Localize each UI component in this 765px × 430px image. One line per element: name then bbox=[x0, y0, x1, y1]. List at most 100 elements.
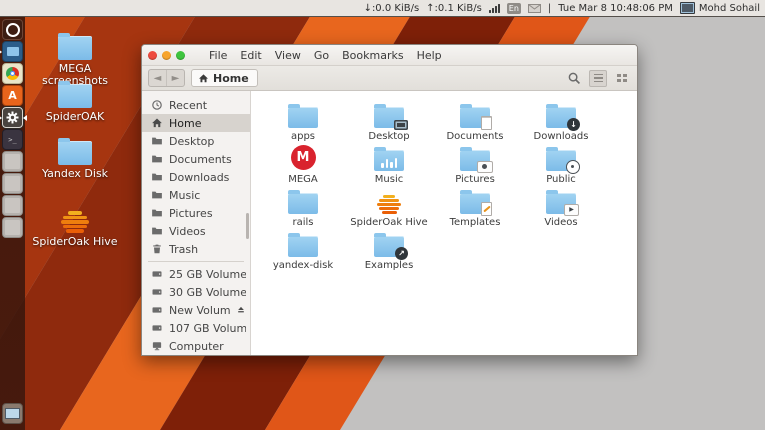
desktop-icon-yandex-disk[interactable]: Yandex Disk bbox=[31, 138, 119, 180]
folder-icon bbox=[152, 173, 162, 181]
location-breadcrumb[interactable]: Home bbox=[191, 69, 258, 87]
top-panel: ↓:0.0 KiB/s ↑:0.1 KiB/s En | Tue Mar 8 1… bbox=[0, 0, 765, 17]
sidebar-separator bbox=[148, 261, 244, 262]
network-upload-speed: ↑:0.1 KiB/s bbox=[426, 2, 482, 14]
recent-clock-icon bbox=[152, 100, 162, 110]
app-placeholder-3-icon[interactable] bbox=[2, 195, 23, 216]
file-item-desktop[interactable]: Desktop bbox=[346, 99, 432, 142]
terminal-icon[interactable]: >_ bbox=[2, 129, 23, 150]
sidebar-item-computer[interactable]: Computer bbox=[142, 337, 250, 355]
file-item-documents[interactable]: Documents bbox=[432, 99, 518, 142]
system-settings-gear-icon[interactable] bbox=[0, 107, 27, 128]
hard-drive-icon bbox=[152, 271, 162, 277]
network-signal-icon[interactable] bbox=[488, 3, 500, 13]
sidebar-item-label: Music bbox=[169, 188, 201, 202]
ubuntu-logo-icon[interactable] bbox=[2, 19, 23, 40]
sidebar-item-label: Computer bbox=[169, 339, 224, 353]
app-placeholder-4-icon[interactable] bbox=[2, 217, 23, 238]
list-view-icon bbox=[593, 73, 603, 83]
file-item-examples[interactable]: ↗ Examples bbox=[346, 228, 432, 271]
app-placeholder-1-icon[interactable] bbox=[2, 151, 23, 172]
file-item-rails[interactable]: rails bbox=[260, 185, 346, 228]
sidebar-item-label: Downloads bbox=[169, 170, 230, 184]
folder-icon bbox=[152, 227, 162, 235]
network-download-speed: ↓:0.0 KiB/s bbox=[363, 2, 420, 14]
chrome-browser-icon[interactable] bbox=[2, 63, 23, 84]
menu-view[interactable]: View bbox=[275, 49, 301, 62]
sidebar-item-recent[interactable]: Recent bbox=[142, 96, 250, 114]
clock-indicator[interactable]: Tue Mar 8 10:48:06 PM bbox=[558, 3, 673, 14]
sidebar-item-videos[interactable]: Videos bbox=[142, 222, 250, 240]
sidebar-item-desktop[interactable]: Desktop bbox=[142, 132, 250, 150]
file-item-apps[interactable]: apps bbox=[260, 99, 346, 142]
file-item-downloads[interactable]: ↓ Downloads bbox=[518, 99, 604, 142]
desktop-icon-spideroak[interactable]: SpiderOAK bbox=[31, 81, 119, 123]
file-item-label: Videos bbox=[544, 217, 578, 228]
folder-icon bbox=[460, 190, 492, 216]
software-center-icon[interactable]: A bbox=[2, 85, 23, 106]
spideroak-hive-icon bbox=[377, 195, 401, 214]
eject-button[interactable] bbox=[236, 305, 246, 315]
hard-drive-icon bbox=[152, 307, 162, 313]
trash-icon bbox=[153, 244, 161, 254]
home-icon bbox=[152, 118, 162, 128]
list-view-button[interactable] bbox=[589, 69, 607, 87]
file-item-music[interactable]: Music bbox=[346, 142, 432, 185]
menu-bookmarks[interactable]: Bookmarks bbox=[342, 49, 403, 62]
file-manager-window: File Edit View Go Bookmarks Help ◄ ► Hom… bbox=[141, 44, 638, 356]
search-button[interactable] bbox=[565, 69, 583, 87]
close-button[interactable] bbox=[148, 50, 157, 60]
menu-file[interactable]: File bbox=[209, 49, 227, 62]
file-item-videos[interactable]: ▶ Videos bbox=[518, 185, 604, 228]
file-item-public[interactable]: Public bbox=[518, 142, 604, 185]
maximize-button[interactable] bbox=[176, 50, 185, 60]
file-item-label: Documents bbox=[446, 131, 504, 142]
workspace-window-icon[interactable] bbox=[2, 403, 23, 424]
file-item-templates[interactable]: Templates bbox=[432, 185, 518, 228]
file-item-mega[interactable]: M MEGA bbox=[260, 142, 346, 185]
desktop-icon-mega-screenshots[interactable]: MEGA screenshots bbox=[31, 33, 119, 87]
minimize-button[interactable] bbox=[162, 50, 171, 60]
file-item-yandex-disk[interactable]: yandex-disk bbox=[260, 228, 346, 271]
file-manager-icon[interactable] bbox=[0, 41, 23, 62]
download-emblem-icon: ↓ bbox=[567, 118, 580, 131]
menu-edit[interactable]: Edit bbox=[240, 49, 261, 62]
sidebar-item-30gb-volume[interactable]: 30 GB Volume bbox=[142, 283, 250, 301]
sidebar-item-25gb-volume[interactable]: 25 GB Volume bbox=[142, 265, 250, 283]
sidebar-item-documents[interactable]: Documents bbox=[142, 150, 250, 168]
sidebar-item-label: 30 GB Volume bbox=[169, 285, 246, 299]
location-label: Home bbox=[213, 71, 249, 85]
computer-icon bbox=[152, 342, 162, 351]
sidebar-item-trash[interactable]: Trash bbox=[142, 240, 250, 258]
sidebar-item-downloads[interactable]: Downloads bbox=[142, 168, 250, 186]
menu-go[interactable]: Go bbox=[314, 49, 329, 62]
sidebar-item-pictures[interactable]: Pictures bbox=[142, 204, 250, 222]
menu-help[interactable]: Help bbox=[417, 49, 442, 62]
file-item-label: apps bbox=[290, 131, 316, 142]
file-item-pictures[interactable]: Pictures bbox=[432, 142, 518, 185]
sidebar-item-music[interactable]: Music bbox=[142, 186, 250, 204]
sidebar-item-107gb-volume[interactable]: 107 GB Volume bbox=[142, 319, 250, 337]
keyboard-layout-indicator[interactable]: En bbox=[506, 2, 521, 14]
mail-envelope-icon[interactable] bbox=[527, 3, 541, 13]
menubar: File Edit View Go Bookmarks Help bbox=[209, 49, 442, 62]
file-item-spideroak-hive[interactable]: SpiderOak Hive bbox=[346, 185, 432, 228]
file-grid[interactable]: apps Desktop Documents ↓ Downloads M MEG… bbox=[251, 91, 637, 355]
hard-drive-icon bbox=[152, 325, 162, 331]
window-titlebar[interactable]: File Edit View Go Bookmarks Help bbox=[142, 45, 637, 66]
back-button[interactable]: ◄ bbox=[149, 70, 166, 86]
session-indicator[interactable]: Mohd Sohail bbox=[679, 2, 760, 14]
forward-button[interactable]: ► bbox=[166, 70, 184, 86]
desktop-emblem-icon bbox=[394, 120, 408, 130]
sidebar-item-home[interactable]: Home bbox=[142, 114, 250, 132]
folder-icon bbox=[152, 191, 162, 199]
sidebar-scrollbar[interactable] bbox=[246, 213, 249, 239]
sidebar-item-label: 107 GB Volume bbox=[169, 321, 246, 335]
spideroak-hive-icon bbox=[61, 211, 89, 233]
sidebar-item-new-volume[interactable]: New Volume bbox=[142, 301, 250, 319]
folder-icon bbox=[58, 81, 92, 108]
grid-view-button[interactable] bbox=[613, 69, 631, 87]
folder-icon: ↗ bbox=[374, 233, 408, 260]
app-placeholder-2-icon[interactable] bbox=[2, 173, 23, 194]
desktop-icon-spideroak-hive[interactable]: SpiderOak Hive bbox=[31, 211, 119, 248]
